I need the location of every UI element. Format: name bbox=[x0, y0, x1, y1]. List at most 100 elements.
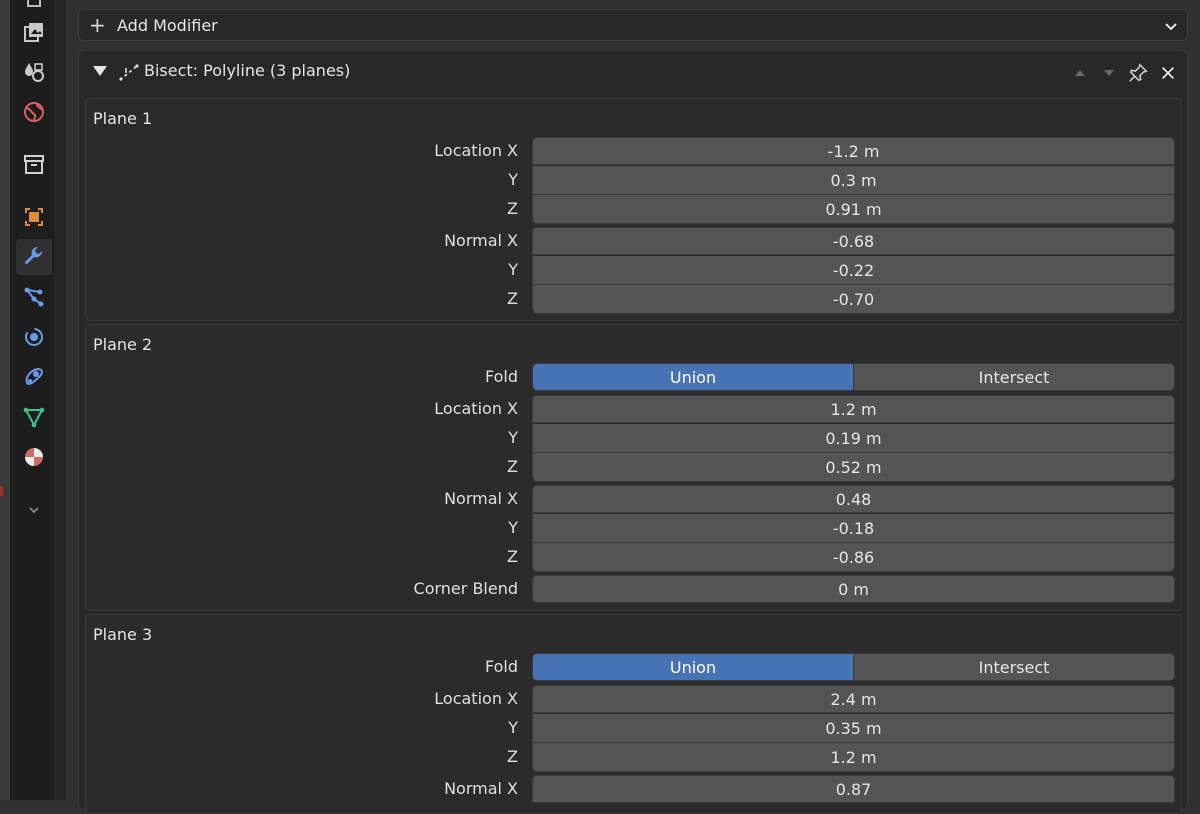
plane-1-location-z-row: Z 0.91 m bbox=[86, 195, 1181, 224]
tab-modifiers[interactable] bbox=[16, 239, 52, 275]
tab-particles[interactable] bbox=[16, 279, 52, 315]
plane-2-normal-x-field[interactable]: 0.48 bbox=[532, 485, 1175, 513]
plane-1-normal-z-field[interactable]: -0.70 bbox=[532, 285, 1175, 314]
material-icon bbox=[25, 448, 43, 466]
fold-label: Fold bbox=[484, 657, 518, 676]
modifier-title[interactable]: Bisect: Polyline (3 planes) bbox=[144, 61, 350, 80]
corner-blend-label: Corner Blend bbox=[413, 579, 518, 598]
y-label: Y bbox=[508, 260, 518, 279]
plane-1-normal-y-row: Y -0.22 bbox=[86, 256, 1181, 285]
plane-2-corner-blend-row: Corner Blend 0 m bbox=[86, 575, 1181, 603]
plane-1-title[interactable]: Plane 1 bbox=[93, 109, 152, 128]
bisect-modifier-icon bbox=[117, 60, 141, 88]
view-layer-icon bbox=[25, 63, 44, 82]
plane-3-fold-toggle: Union Intersect bbox=[532, 653, 1175, 681]
fold-union-button[interactable]: Union bbox=[532, 363, 853, 391]
plane-3-location-y-row: Y 0.35 m bbox=[86, 714, 1181, 743]
plane-2-fold-row: Fold Union Intersect bbox=[86, 363, 1181, 391]
plane-3-location-x-row: Location X 2.4 m bbox=[86, 685, 1181, 713]
plane-2-location-x-row: Location X 1.2 m bbox=[86, 395, 1181, 423]
plane-2-normal-z-row: Z -0.86 bbox=[86, 543, 1181, 572]
tab-constraints[interactable] bbox=[16, 359, 52, 395]
location-x-label: Location X bbox=[434, 399, 518, 418]
normal-x-label: Normal X bbox=[444, 231, 518, 250]
tab-world[interactable] bbox=[16, 94, 52, 130]
plane-1-location-x-field[interactable]: -1.2 m bbox=[532, 137, 1175, 165]
z-label: Z bbox=[507, 199, 518, 218]
chevron-down-icon bbox=[1161, 16, 1181, 40]
z-label: Z bbox=[507, 289, 518, 308]
plane-1-normal-x-field[interactable]: -0.68 bbox=[532, 227, 1175, 255]
plane-2-location-y-row: Y 0.19 m bbox=[86, 424, 1181, 453]
tab-material[interactable] bbox=[16, 439, 52, 475]
add-modifier-label: Add Modifier bbox=[117, 15, 218, 35]
plane-1-location-z-field[interactable]: 0.91 m bbox=[532, 195, 1175, 224]
plane-2-location-x-field[interactable]: 1.2 m bbox=[532, 395, 1175, 423]
close-icon[interactable] bbox=[1157, 62, 1179, 84]
y-label: Y bbox=[508, 518, 518, 537]
tab-more[interactable] bbox=[16, 492, 52, 528]
constraints-icon bbox=[25, 367, 43, 385]
plus-icon: + bbox=[89, 13, 106, 37]
normal-x-label: Normal X bbox=[444, 779, 518, 798]
plane-2-panel: Plane 2 Fold Union Intersect Location X … bbox=[85, 324, 1182, 611]
plane-3-fold-row: Fold Union Intersect bbox=[86, 653, 1181, 681]
pin-icon[interactable] bbox=[1127, 62, 1149, 84]
fold-intersect-button[interactable]: Intersect bbox=[853, 363, 1175, 391]
tab-bar-gutter bbox=[54, 0, 66, 800]
collection-icon bbox=[24, 155, 44, 174]
properties-tab-bar bbox=[11, 0, 54, 800]
z-label: Z bbox=[507, 547, 518, 566]
plane-2-fold-toggle: Union Intersect bbox=[532, 363, 1175, 391]
tab-physics[interactable] bbox=[16, 319, 52, 355]
plane-1-location-x-row: Location X -1.2 m bbox=[86, 137, 1181, 165]
tab-collection[interactable] bbox=[16, 146, 52, 182]
fold-label: Fold bbox=[484, 367, 518, 386]
plane-2-location-z-field[interactable]: 0.52 m bbox=[532, 453, 1175, 482]
fold-intersect-button[interactable]: Intersect bbox=[853, 653, 1175, 681]
plane-1-panel: Plane 1 Location X -1.2 m Y 0.3 m Z 0.91… bbox=[85, 98, 1182, 321]
viewport-edge bbox=[0, 0, 11, 800]
plane-1-location-y-field[interactable]: 0.3 m bbox=[532, 166, 1175, 195]
plane-3-panel: Plane 3 Fold Union Intersect Location X … bbox=[85, 614, 1182, 814]
plane-3-location-z-field[interactable]: 1.2 m bbox=[532, 743, 1175, 772]
plane-2-corner-blend-field[interactable]: 0 m bbox=[532, 575, 1175, 603]
plane-2-normal-y-field[interactable]: -0.18 bbox=[532, 514, 1175, 543]
particles-icon bbox=[24, 287, 44, 307]
modifier-header[interactable]: Bisect: Polyline (3 planes) bbox=[79, 51, 1187, 93]
plane-3-normal-x-row: Normal X 0.87 bbox=[86, 775, 1181, 803]
move-up-icon[interactable] bbox=[1069, 62, 1091, 84]
move-down-icon[interactable] bbox=[1098, 62, 1120, 84]
mesh-data-icon bbox=[23, 407, 45, 428]
plane-2-normal-x-row: Normal X 0.48 bbox=[86, 485, 1181, 513]
viewport-marker bbox=[0, 486, 3, 496]
world-icon bbox=[24, 102, 44, 122]
plane-1-normal-z-row: Z -0.70 bbox=[86, 285, 1181, 314]
physics-icon bbox=[25, 328, 43, 346]
output-icon bbox=[24, 23, 43, 42]
y-label: Y bbox=[508, 428, 518, 447]
z-label: Z bbox=[507, 457, 518, 476]
plane-3-normal-x-field[interactable]: 0.87 bbox=[532, 775, 1175, 803]
tab-output[interactable] bbox=[16, 14, 52, 50]
location-x-label: Location X bbox=[434, 689, 518, 708]
add-modifier-button[interactable]: + Add Modifier bbox=[78, 9, 1188, 41]
y-label: Y bbox=[508, 718, 518, 737]
normal-x-label: Normal X bbox=[444, 489, 518, 508]
tab-view-layer[interactable] bbox=[16, 54, 52, 90]
plane-3-location-x-field[interactable]: 2.4 m bbox=[532, 685, 1175, 713]
plane-1-normal-y-field[interactable]: -0.22 bbox=[532, 256, 1175, 285]
plane-2-normal-z-field[interactable]: -0.86 bbox=[532, 543, 1175, 572]
tab-data[interactable] bbox=[16, 399, 52, 435]
plane-2-title[interactable]: Plane 2 bbox=[93, 335, 152, 354]
plane-2-normal-y-row: Y -0.18 bbox=[86, 514, 1181, 543]
chevron-down-icon bbox=[29, 507, 39, 514]
plane-3-title[interactable]: Plane 3 bbox=[93, 625, 152, 644]
plane-2-location-y-field[interactable]: 0.19 m bbox=[532, 424, 1175, 453]
z-label: Z bbox=[507, 747, 518, 766]
tab-object[interactable] bbox=[16, 199, 52, 235]
plane-3-location-y-field[interactable]: 0.35 m bbox=[532, 714, 1175, 743]
fold-union-button[interactable]: Union bbox=[532, 653, 853, 681]
plane-3-location-z-row: Z 1.2 m bbox=[86, 743, 1181, 772]
collapse-triangle-icon[interactable] bbox=[93, 66, 107, 76]
